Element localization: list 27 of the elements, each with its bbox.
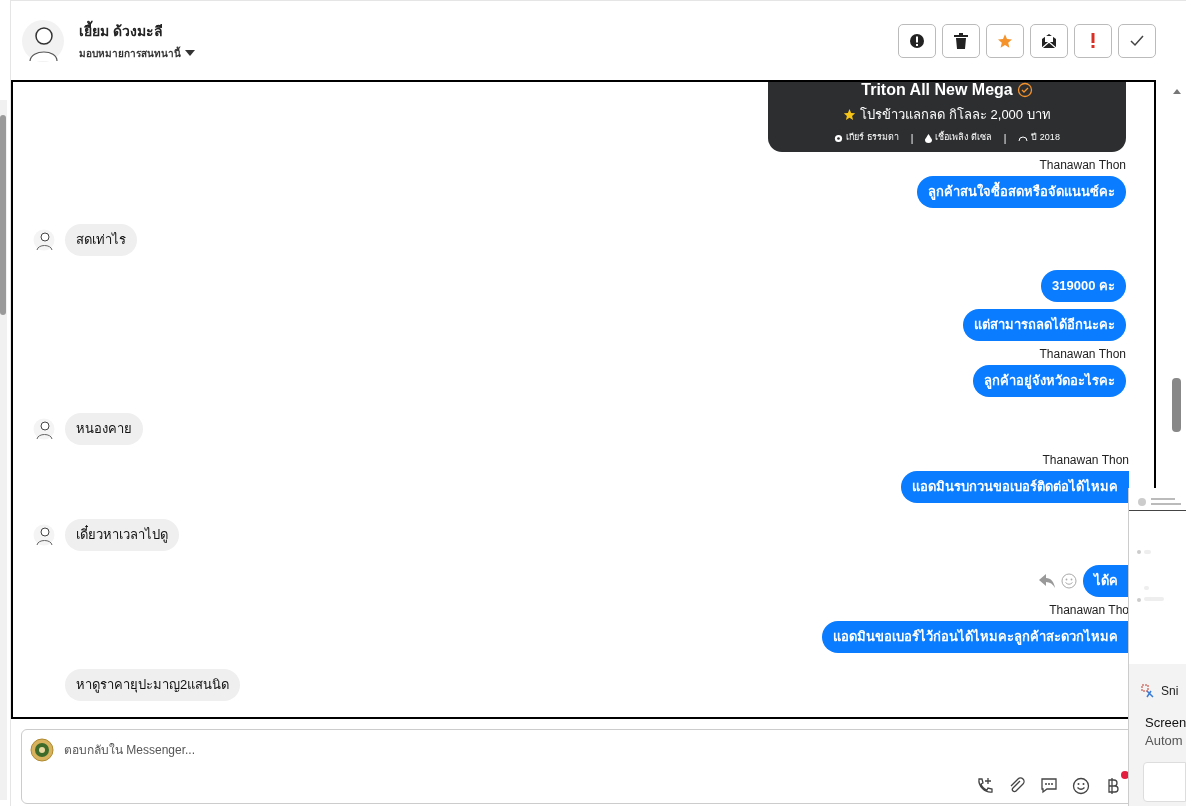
sender-name: Thanawan Tho	[1049, 602, 1129, 617]
message-bubble: เดี๋ยวหาเวลาไปดู	[65, 518, 179, 551]
notification-app: Sni	[1161, 683, 1179, 700]
message-bubble: ได้ค	[1083, 564, 1129, 597]
notification-subtitle: Autom	[1144, 732, 1184, 750]
contact-name: เยี้ยม ด้วงมะลี	[79, 20, 164, 41]
message-bubble: แอดมินขอเบอร์ไว้ก่อนได้ไหมคะลูกค้าสะดวกไหมค	[822, 620, 1129, 653]
separator: |	[1003, 131, 1007, 146]
message-bubble: 319000 คะ	[1041, 269, 1126, 302]
spec-text: เชื้อเพลิง ดีเซล	[935, 131, 992, 145]
notification-title: Screen	[1144, 714, 1186, 732]
sender-name: Thanawan Thon	[1042, 452, 1129, 467]
message-bubble: ลูกค้าสนใจซื้อสดหรือจัดแนนซ์คะ	[917, 175, 1126, 208]
separator: |	[910, 131, 914, 146]
message-bubble: หาดูราคายุปะมาญ2แสนนิด	[65, 668, 241, 701]
spec-text: เกียร์ ธรรมดา	[846, 131, 899, 145]
sender-name: Thanawan Thon	[1039, 346, 1126, 361]
spec-text: ปี 2018	[1031, 131, 1060, 145]
product-title: Triton All New Mega	[861, 82, 1013, 100]
message-bubble: แต่สามารถลดได้อีกนะคะ	[963, 308, 1126, 341]
sender-name: Thanawan Thon	[1039, 157, 1126, 172]
reply-placeholder: ตอบกลับใน Messenger...	[64, 742, 196, 759]
message-bubble: สดเท่าไร	[65, 223, 137, 256]
message-bubble: แอดมินรบกวนขอเบอร์ติดต่อได้ไหมค	[901, 470, 1129, 503]
message-bubble: หนองคาย	[65, 412, 143, 445]
message-bubble: ลูกค้าอยู่จังหวัดอะไรคะ	[973, 364, 1126, 397]
promo-text: โปรข้าวแลกลด กิโลละ 2,000 บาท	[860, 106, 1051, 124]
